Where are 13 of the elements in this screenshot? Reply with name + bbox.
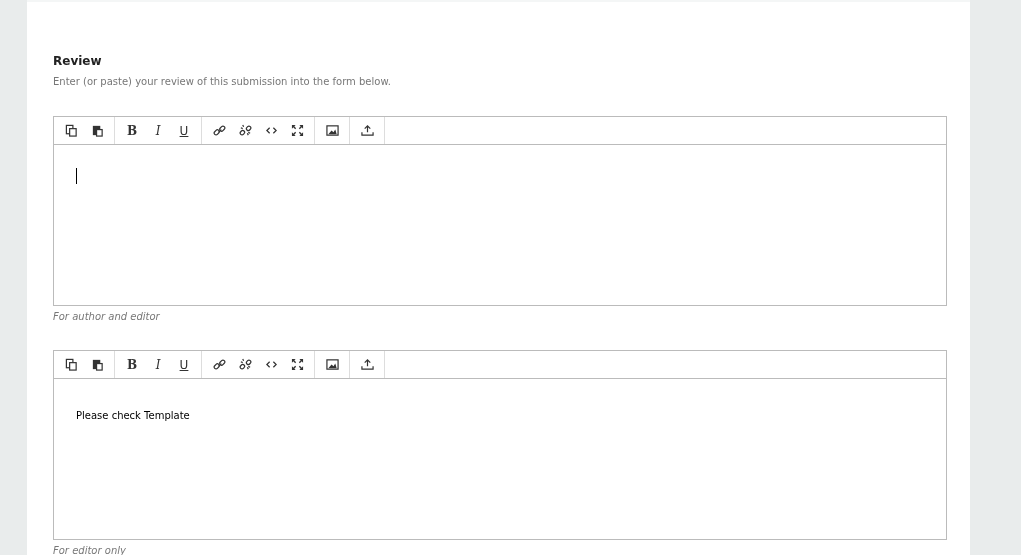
underline-button[interactable]: U: [171, 353, 197, 376]
underline-button[interactable]: U: [171, 119, 197, 142]
italic-button[interactable]: I: [145, 353, 171, 376]
rich-text-editor[interactable]: B I U Please check Template: [53, 350, 947, 540]
bold-button[interactable]: B: [119, 119, 145, 142]
italic-button[interactable]: I: [145, 119, 171, 142]
section-title: Review: [53, 53, 103, 70]
rich-text-editor[interactable]: B I U: [53, 116, 947, 306]
bold-button[interactable]: B: [119, 353, 145, 376]
editor-area[interactable]: Please check Template: [54, 379, 946, 539]
field-caption: For author and editor: [53, 310, 161, 324]
section-description: Enter (or paste) your review of this submission into the form below.: [53, 75, 392, 89]
editor-text: Please check Template: [76, 409, 190, 423]
